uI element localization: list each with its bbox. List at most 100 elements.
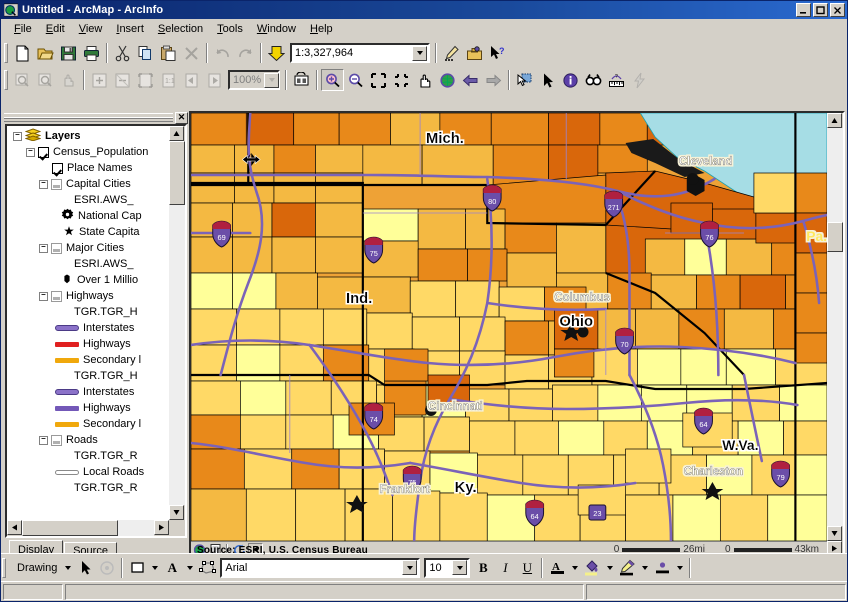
toc-scroll-down-button[interactable]: [169, 505, 184, 520]
layer-checkbox[interactable]: [38, 146, 49, 158]
underline-button[interactable]: U: [516, 557, 538, 578]
expander-minus-icon[interactable]: [39, 243, 48, 253]
close-button[interactable]: [830, 3, 845, 17]
toc-item-source[interactable]: ESRI.AWS_: [9, 192, 169, 208]
toc-vertical-track[interactable]: [169, 141, 185, 505]
toc-scroll-right-button[interactable]: [154, 520, 169, 535]
undo-button[interactable]: [211, 42, 234, 64]
zoom-whole-page-button[interactable]: [134, 69, 157, 91]
toc-item-highways-purple[interactable]: Highways: [9, 400, 169, 416]
new-text-tool-button[interactable]: A: [161, 557, 183, 578]
font-name-combo[interactable]: [220, 557, 421, 578]
italic-button[interactable]: I: [494, 557, 516, 578]
menu-tools[interactable]: Tools: [210, 21, 250, 37]
toc-item-source[interactable]: TGR.TGR_H: [9, 304, 169, 320]
cut-button[interactable]: [111, 42, 134, 64]
toc-item-source[interactable]: ESRI.AWS_: [9, 256, 169, 272]
fill-color-dropdown-arrow[interactable]: [603, 557, 616, 578]
expander-minus-icon[interactable]: [39, 435, 48, 445]
menu-selection[interactable]: Selection: [151, 21, 210, 37]
toc-item-state-capital[interactable]: State Capita: [9, 224, 169, 240]
marker-color-dropdown-arrow[interactable]: [673, 557, 686, 578]
full-extent-button[interactable]: [436, 69, 459, 91]
layer-checkbox[interactable]: [51, 290, 62, 302]
go-forward-extent-layout-button[interactable]: [203, 69, 226, 91]
print-button[interactable]: [80, 42, 103, 64]
menu-view[interactable]: View: [72, 21, 110, 37]
layer-checkbox[interactable]: [52, 162, 63, 174]
zoom-100-button[interactable]: 1:1: [157, 69, 180, 91]
toc-close-button[interactable]: ✕: [175, 111, 188, 124]
map-frame[interactable]: 69 75 80 271 76 70 74 64 75 79 64 23 Mic…: [189, 111, 845, 559]
toc-vertical-scrollbar[interactable]: [169, 126, 185, 520]
toc-item-highways-red[interactable]: Highways: [9, 336, 169, 352]
toc-item-source[interactable]: TGR.TGR_R: [9, 480, 169, 496]
fixed-zoom-in-map-button[interactable]: [367, 69, 390, 91]
expander-minus-icon[interactable]: [39, 291, 48, 301]
layout-zoom-in-button[interactable]: [11, 69, 34, 91]
measure-button[interactable]: ?: [605, 69, 628, 91]
fixed-zoom-out-layout-button[interactable]: [111, 69, 134, 91]
fixed-zoom-in-layout-button[interactable]: [88, 69, 111, 91]
font-color-dropdown-arrow[interactable]: [568, 557, 581, 578]
font-size-input[interactable]: [426, 559, 453, 576]
rotate-tool-button[interactable]: [96, 557, 118, 578]
font-color-button[interactable]: A: [546, 557, 568, 578]
map-scale-dropdown-arrow[interactable]: [412, 45, 427, 61]
layout-zoom-percent-combo[interactable]: 100%: [228, 70, 280, 90]
new-rectangle-tool-button[interactable]: [126, 557, 148, 578]
toc-item-source[interactable]: TGR.TGR_R: [9, 448, 169, 464]
new-shape-dropdown-arrow[interactable]: [148, 557, 161, 578]
toc-vertical-thumb[interactable]: [169, 141, 185, 205]
menu-file[interactable]: File: [7, 21, 39, 37]
new-document-button[interactable]: [11, 42, 34, 64]
map-scroll-down-button[interactable]: [827, 526, 842, 541]
toc-item-major-cities[interactable]: Major Cities: [9, 240, 169, 256]
toc-item-roads[interactable]: Roads: [9, 432, 169, 448]
map-vertical-track[interactable]: [827, 128, 843, 526]
toc-item-over-1-million[interactable]: Over 1 Millio: [9, 272, 169, 288]
font-name-input[interactable]: [222, 559, 403, 576]
toggle-draft-mode-button[interactable]: [290, 69, 313, 91]
arctoolbox-button[interactable]: [463, 42, 486, 64]
redo-button[interactable]: [234, 42, 257, 64]
whats-this-button[interactable]: ?: [486, 42, 509, 64]
line-color-dropdown-arrow[interactable]: [638, 557, 651, 578]
find-button[interactable]: [582, 69, 605, 91]
maximize-button[interactable]: [813, 3, 828, 17]
toc-item-national-capital[interactable]: National Cap: [9, 208, 169, 224]
font-name-dropdown-arrow[interactable]: [402, 560, 418, 575]
tools-toolbar-grip[interactable]: [4, 70, 8, 90]
map-scroll-up-button[interactable]: [827, 113, 842, 128]
paste-button[interactable]: [157, 42, 180, 64]
editor-toolbar-button[interactable]: [440, 42, 463, 64]
minimize-button[interactable]: [796, 3, 811, 17]
hyperlink-button[interactable]: [628, 69, 651, 91]
toc-drag-grip[interactable]: [4, 113, 173, 122]
layer-checkbox[interactable]: [51, 242, 62, 254]
toc-item-layers[interactable]: Layers: [9, 128, 169, 144]
map-vertical-thumb[interactable]: [827, 222, 843, 252]
save-document-button[interactable]: [57, 42, 80, 64]
drawing-toolbar-grip[interactable]: [2, 557, 6, 578]
menu-edit[interactable]: Edit: [39, 21, 72, 37]
map-canvas[interactable]: 69 75 80 271 76 70 74 64 75 79 64 23 Mic…: [191, 113, 827, 541]
toc-item-source[interactable]: TGR.TGR_H: [9, 368, 169, 384]
toc-item-highways[interactable]: Highways: [9, 288, 169, 304]
expander-minus-icon[interactable]: [13, 131, 22, 141]
toc-item-interstates[interactable]: Interstates: [9, 384, 169, 400]
map-vertical-scrollbar[interactable]: [827, 113, 843, 541]
edit-vertices-tool-button[interactable]: [196, 557, 218, 578]
zoom-in-button[interactable]: [321, 69, 344, 91]
menu-insert[interactable]: Insert: [109, 21, 151, 37]
layout-zoom-out-button[interactable]: [34, 69, 57, 91]
select-elements-button[interactable]: [536, 69, 559, 91]
fixed-zoom-out-map-button[interactable]: [390, 69, 413, 91]
font-size-combo[interactable]: [424, 557, 471, 578]
toc-item-census-population[interactable]: Census_Population: [9, 144, 169, 160]
layout-pan-button[interactable]: [57, 69, 80, 91]
toc-horizontal-scrollbar[interactable]: [7, 520, 169, 536]
toc-horizontal-thumb[interactable]: [22, 520, 118, 536]
toc-item-local-roads[interactable]: Local Roads: [9, 464, 169, 480]
marker-color-button[interactable]: [651, 557, 673, 578]
